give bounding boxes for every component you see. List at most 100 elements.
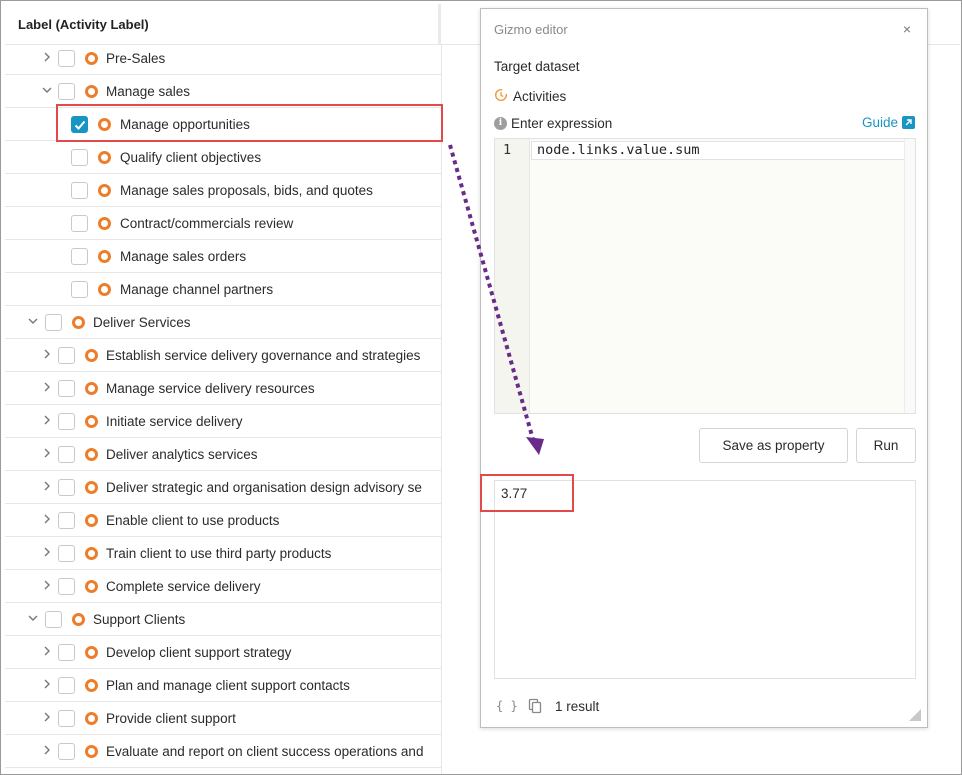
activity-node-icon [72,613,85,626]
tree-row[interactable]: Develop client support strategy [5,636,441,669]
activity-node-icon [85,85,98,98]
expand-icon[interactable] [41,644,53,658]
activity-node-icon [85,481,98,494]
tree-row[interactable]: Manage sales orders [5,240,441,273]
activity-node-icon [85,580,98,593]
expand-icon[interactable] [41,446,53,460]
close-icon[interactable]: × [903,21,911,37]
expand-icon[interactable] [41,710,53,724]
row-checkbox[interactable] [58,479,75,496]
tree-row[interactable]: Contract/commercials review [5,207,441,240]
row-label: Manage service delivery resources [106,381,315,396]
tree-row[interactable]: Train client to use third party products [5,537,441,570]
row-label: Qualify client objectives [120,150,262,165]
row-label: Contract/commercials review [120,216,294,231]
tree-row[interactable]: Qualify client objectives [5,141,441,174]
expand-icon[interactable] [41,545,53,559]
row-checkbox[interactable] [58,50,75,67]
app-window: Label (Activity Label) Pre-Sales Manage … [0,0,962,775]
row-checkbox[interactable] [58,380,75,397]
row-checkbox[interactable] [58,545,75,562]
row-checkbox[interactable] [58,644,75,661]
row-label: Provide client support [106,711,236,726]
row-label: Develop client support strategy [106,645,292,660]
row-checkbox[interactable] [71,215,88,232]
row-label: Initiate service delivery [106,414,243,429]
row-checkbox[interactable] [71,281,88,298]
expand-icon[interactable] [41,50,53,64]
column-resize-handle[interactable] [438,4,441,45]
tree-row[interactable]: Deliver strategic and organisation desig… [5,471,441,504]
editor-title: Gizmo editor [494,22,568,37]
guide-link[interactable]: Guide [862,115,915,130]
expand-icon[interactable] [41,413,53,427]
row-checkbox[interactable] [71,248,88,265]
tree-row[interactable]: Initiate service delivery [5,405,441,438]
tree-row[interactable]: Complete service delivery [5,570,441,603]
row-checkbox[interactable] [58,83,75,100]
row-checkbox[interactable] [45,611,62,628]
row-checkbox[interactable] [58,710,75,727]
row-checkbox[interactable] [58,677,75,694]
tree-row[interactable]: Plan and manage client support contacts [5,669,441,702]
tree-row[interactable]: Evaluate and report on client success op… [5,735,441,768]
row-label: Enable client to use products [106,513,280,528]
editor-scrollbar[interactable] [904,139,915,413]
tree-row[interactable]: Deliver Services [5,306,441,339]
collapse-icon[interactable] [41,83,53,97]
row-checkbox[interactable] [71,149,88,166]
tree-row[interactable]: Establish service delivery governance an… [5,339,441,372]
row-checkbox[interactable] [45,314,62,331]
collapse-icon[interactable] [27,314,39,328]
resize-grip-icon[interactable] [909,709,921,721]
tree-column-header[interactable]: Label (Activity Label) [5,4,442,45]
copy-icon[interactable] [528,698,542,714]
external-link-icon [902,116,915,129]
activity-node-icon [98,184,111,197]
row-checkbox[interactable] [58,743,75,760]
code-view-icon[interactable]: { } [496,699,518,713]
tree-row[interactable]: Manage sales proposals, bids, and quotes [5,174,441,207]
collapse-icon[interactable] [27,611,39,625]
row-checkbox[interactable] [71,182,88,199]
panel-divider [441,45,442,774]
tree-row[interactable]: Manage service delivery resources [5,372,441,405]
save-as-property-button[interactable]: Save as property [699,428,848,463]
row-checkbox[interactable] [58,347,75,364]
tree-row[interactable]: Manage channel partners [5,273,441,306]
target-dataset-label: Target dataset [494,59,580,74]
activity-node-icon [85,679,98,692]
row-checkbox[interactable] [58,413,75,430]
row-checkbox[interactable] [58,446,75,463]
activity-node-icon [85,745,98,758]
gizmo-editor-panel: Gizmo editor × Target dataset Activities… [480,8,928,728]
expand-icon[interactable] [41,479,53,493]
activity-tree: Pre-Sales Manage sales Manage opportunit… [5,42,441,772]
tree-row[interactable]: Deliver analytics services [5,438,441,471]
activity-node-icon [85,382,98,395]
tree-row[interactable]: Enable client to use products [5,504,441,537]
row-label: Manage sales [106,84,191,99]
tree-row[interactable]: Provide client support [5,702,441,735]
row-checkbox[interactable] [58,578,75,595]
expand-icon[interactable] [41,347,53,361]
expression-editor[interactable]: 1 node.links.value.sum [494,138,916,414]
row-label: Manage channel partners [120,282,274,297]
expand-icon[interactable] [41,512,53,526]
row-label: Complete service delivery [106,579,261,594]
expand-icon[interactable] [41,380,53,394]
expand-icon[interactable] [41,743,53,757]
row-label: Manage sales proposals, bids, and quotes [120,183,373,198]
expand-icon[interactable] [41,578,53,592]
row-label: Pre-Sales [106,51,166,66]
row-label: Establish service delivery governance an… [106,348,421,363]
expand-icon[interactable] [41,677,53,691]
target-dataset-value[interactable]: Activities [513,89,566,104]
row-checkbox[interactable] [58,512,75,529]
run-button[interactable]: Run [856,428,916,463]
tree-row[interactable]: Pre-Sales [5,42,441,75]
row-label: Train client to use third party products [106,546,332,561]
expression-code[interactable]: node.links.value.sum [537,142,700,158]
tree-row[interactable]: Support Clients [5,603,441,636]
activity-node-icon [98,217,111,230]
